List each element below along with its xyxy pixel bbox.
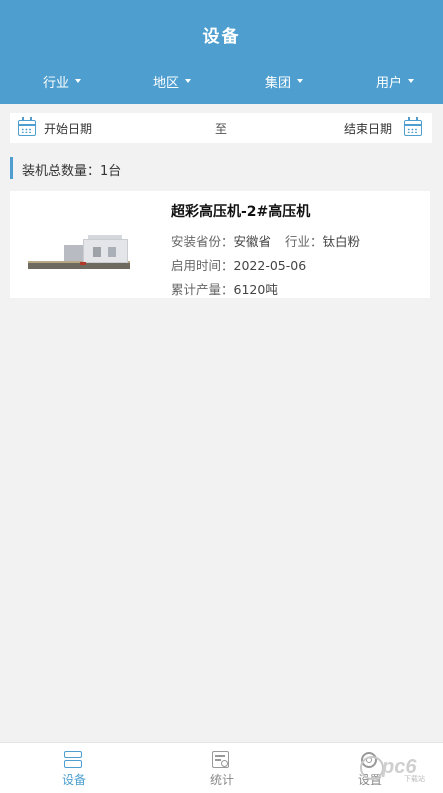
start-time-label: 启用时间：: [171, 258, 234, 273]
filter-group-dropdown[interactable]: 集团: [265, 72, 304, 91]
caret-down-icon: [185, 78, 192, 83]
device-icon: [63, 751, 83, 769]
watermark-logo: pc6 下载站: [360, 752, 435, 788]
page-title: 设备: [202, 27, 241, 47]
device-start-row: 启用时间：2022-05-06: [171, 255, 306, 274]
province-label: 安装省份：: [171, 234, 234, 249]
caret-down-icon: [408, 78, 415, 83]
calendar-icon[interactable]: [404, 117, 422, 136]
app-header: 设备 行业 地区 集团 用户: [0, 0, 443, 104]
statistics-icon: [211, 751, 231, 769]
end-date-picker[interactable]: 结束日期: [344, 120, 392, 137]
device-output-row: 累计产量：6120吨: [171, 279, 278, 298]
tab-statistics-label: 统计: [209, 773, 234, 787]
filter-user-label: 用户: [376, 76, 403, 91]
start-date-picker[interactable]: 开始日期: [44, 120, 92, 137]
calendar-icon[interactable]: [18, 117, 36, 136]
machine-image: [28, 235, 133, 275]
caret-down-icon: [297, 78, 304, 83]
output-value: 6120吨: [233, 282, 278, 297]
caret-down-icon: [75, 78, 82, 83]
industry-value: 钛白粉: [322, 234, 361, 249]
tab-statistics[interactable]: 统计: [148, 743, 296, 793]
province-value: 安徽省: [233, 234, 272, 249]
filter-industry-label: 行业: [43, 76, 70, 91]
date-separator: 至: [215, 122, 228, 136]
output-label: 累计产量：: [171, 282, 234, 297]
filter-region-dropdown[interactable]: 地区: [153, 72, 192, 91]
tab-device[interactable]: 设备: [0, 743, 148, 793]
start-time-value: 2022-05-06: [233, 258, 307, 273]
date-range-bar: 开始日期 至 结束日期: [10, 113, 432, 143]
filter-user-dropdown[interactable]: 用户: [376, 72, 415, 91]
watermark-subtext: 下载站: [404, 775, 425, 783]
industry-label: 行业：: [285, 234, 323, 249]
tab-device-label: 设备: [61, 773, 86, 787]
filter-bar: 行业 地区 集团 用户: [0, 72, 443, 94]
filter-region-label: 地区: [153, 76, 180, 91]
device-count-summary: 装机总数量：1台: [10, 156, 310, 180]
filter-industry-dropdown[interactable]: 行业: [43, 72, 82, 91]
device-name: 超彩高压机-2#高压机: [171, 204, 311, 220]
accent-bar: [10, 157, 13, 179]
device-card[interactable]: 超彩高压机-2#高压机 安装省份：安徽省 行业：钛白粉 启用时间：2022-05…: [10, 191, 430, 298]
device-count-text: 装机总数量：1台: [22, 164, 122, 179]
filter-group-label: 集团: [265, 76, 292, 91]
device-location-row: 安装省份：安徽省 行业：钛白粉: [171, 231, 360, 250]
